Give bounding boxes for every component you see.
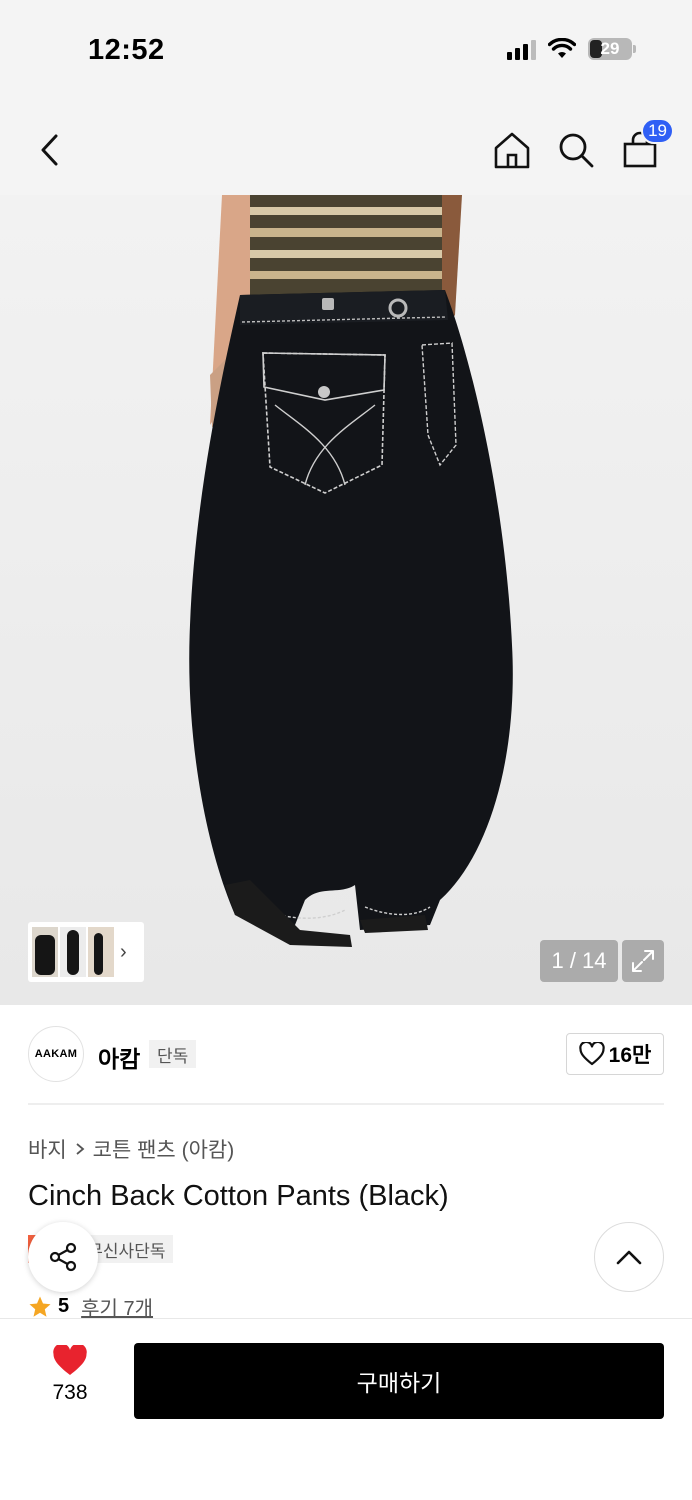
scroll-to-top-button[interactable] (594, 1222, 664, 1292)
thumbnail[interactable] (88, 927, 114, 977)
expand-button[interactable] (622, 940, 664, 982)
wishlist-count: 738 (52, 1381, 88, 1404)
expand-icon (632, 950, 654, 972)
home-button[interactable] (488, 126, 536, 174)
product-image-gallery[interactable]: › 1 / 14 (0, 195, 692, 1005)
top-nav-bar: 19 (0, 100, 692, 200)
brand-like-count: 16만 (608, 1044, 652, 1067)
chevron-up-icon (616, 1250, 642, 1265)
cellular-signal-icon (507, 38, 536, 60)
status-indicators: 29 (507, 38, 636, 60)
product-title: Cinch Back Cotton Pants (Black) (28, 1180, 449, 1212)
back-button[interactable] (26, 126, 74, 174)
battery-level: 29 (600, 39, 620, 58)
chevron-right-icon: › (120, 940, 127, 963)
review-count-link[interactable]: 후기 7개 (81, 1292, 153, 1321)
chevron-right-icon (76, 1143, 85, 1155)
search-icon (559, 133, 594, 168)
breadcrumb: 바지 코튼 팬츠 (아캄) (28, 1134, 234, 1164)
breadcrumb-item-category[interactable]: 바지 (28, 1134, 67, 1164)
brand-name[interactable]: 아캄 (98, 1040, 140, 1074)
brand-logo[interactable]: AAKAM (28, 1026, 84, 1082)
chevron-left-icon (41, 134, 58, 166)
wifi-icon (548, 38, 576, 58)
share-icon (49, 1242, 77, 1272)
brand-row: AAKAM 아캄 단독 16만 (28, 1026, 664, 1082)
cart-count-badge: 19 (641, 118, 674, 144)
home-icon (494, 132, 530, 169)
rating-row: 5 후기 7개 (28, 1292, 153, 1321)
star-icon (29, 1296, 51, 1317)
status-time: 12:52 (88, 34, 165, 66)
battery-icon: 29 (588, 38, 636, 60)
thumbnail[interactable] (32, 927, 58, 977)
search-button[interactable] (552, 126, 600, 174)
cart-button[interactable]: 19 (616, 118, 674, 174)
wishlist-button[interactable]: 738 (36, 1345, 104, 1405)
divider (28, 1103, 664, 1105)
bottom-action-bar: 738 구매하기 (0, 1318, 692, 1500)
product-image (189, 195, 513, 947)
buy-button[interactable]: 구매하기 (134, 1343, 664, 1419)
heart-filled-icon (53, 1345, 87, 1375)
brand-like-button[interactable]: 16만 (566, 1033, 664, 1075)
share-button[interactable] (28, 1222, 98, 1292)
rating-score: 5 (58, 1295, 70, 1317)
breadcrumb-item-subcategory[interactable]: 코튼 팬츠 (아캄) (93, 1134, 235, 1164)
status-bar: 12:52 29 (0, 0, 692, 100)
thumbnail[interactable] (60, 927, 86, 977)
thumbnail-strip[interactable]: › (28, 922, 144, 982)
brand-exclusive-tag: 단독 (149, 1040, 197, 1068)
heart-outline-icon (578, 1042, 605, 1066)
image-pager: 1 / 14 (540, 940, 618, 982)
